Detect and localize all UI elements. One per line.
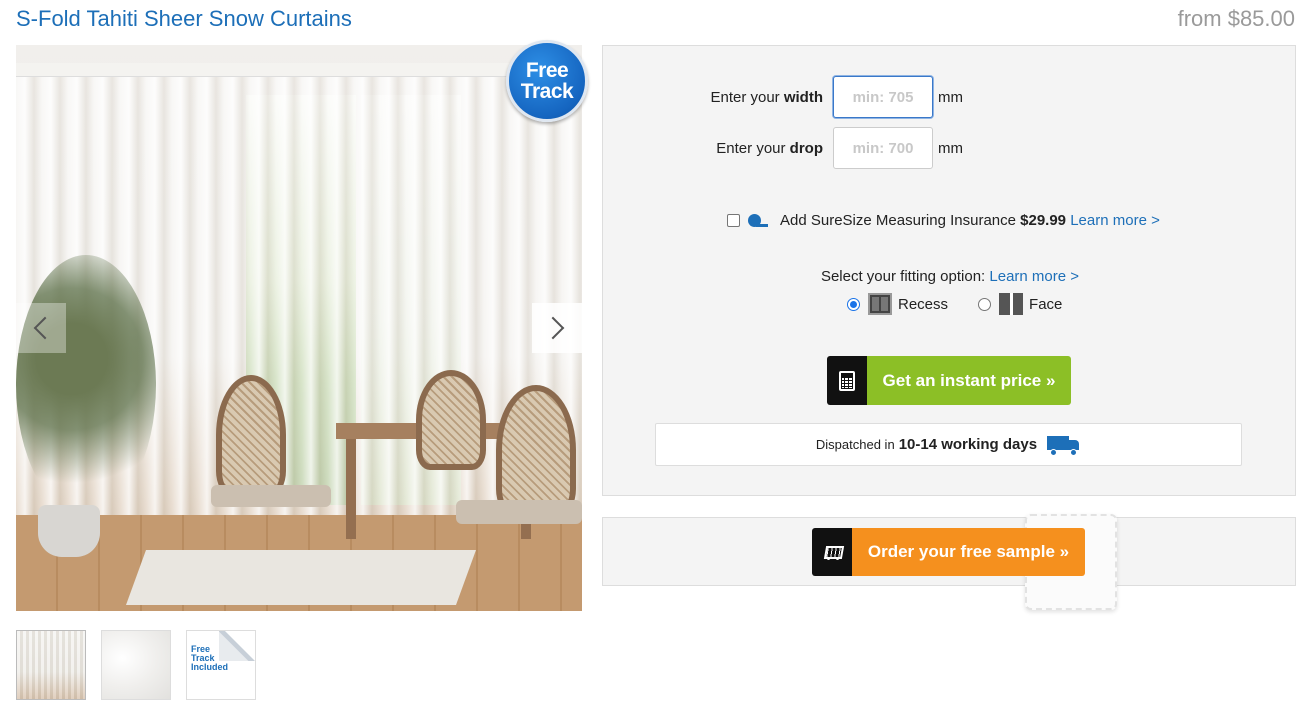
face-fit-icon xyxy=(999,293,1024,315)
chevron-left-icon xyxy=(33,316,57,340)
insurance-row: Add SureSize Measuring Insurance $29.99 … xyxy=(727,212,1160,229)
dispatch-info: Dispatched in 10-14 working days xyxy=(655,423,1242,466)
recess-fit-icon xyxy=(868,293,892,315)
recess-label[interactable]: Recess xyxy=(898,296,948,313)
order-sample-button[interactable]: Order your free sample » xyxy=(812,528,1085,576)
fitting-label-row: Select your fitting option: Learn more > xyxy=(820,268,1080,285)
gallery-prev-button[interactable] xyxy=(16,303,66,353)
fitting-options: Recess Face xyxy=(847,293,1062,315)
thumbnail-room[interactable] xyxy=(16,630,86,700)
gallery-thumbnails: Free Track Included xyxy=(16,630,256,700)
fitting-learn-more-link[interactable]: Learn more > xyxy=(989,268,1079,285)
product-price: from $85.00 xyxy=(1177,6,1295,31)
dispatch-duration: 10-14 working days xyxy=(898,436,1038,453)
insurance-price: $29.99 xyxy=(1020,212,1067,229)
width-row: Enter your width mm xyxy=(603,76,963,118)
drop-unit: mm xyxy=(938,139,963,157)
face-radio[interactable] xyxy=(978,297,992,311)
thumbnail-free-track[interactable]: Free Track Included xyxy=(186,630,256,700)
width-input[interactable] xyxy=(833,76,933,118)
width-unit: mm xyxy=(938,88,963,106)
thumbnail-fabric[interactable] xyxy=(101,630,171,700)
free-track-badge: Free Track xyxy=(506,40,588,122)
insurance-learn-more-link[interactable]: Learn more > xyxy=(1070,212,1160,229)
instant-price-button[interactable]: Get an instant price » xyxy=(827,356,1071,405)
gallery-next-button[interactable] xyxy=(532,303,582,353)
calculator-icon xyxy=(839,370,855,391)
drop-input[interactable] xyxy=(833,127,933,169)
measuring-tape-icon xyxy=(748,213,768,228)
cart-icon xyxy=(822,544,842,560)
delivery-truck-icon xyxy=(1047,434,1081,456)
face-label[interactable]: Face xyxy=(1029,296,1062,313)
chevron-right-icon xyxy=(541,316,565,340)
drop-row: Enter your drop mm xyxy=(603,127,963,169)
recess-radio[interactable] xyxy=(847,297,860,311)
configurator-panel: Enter your width mm Enter your drop mm A… xyxy=(602,45,1296,496)
product-main-image xyxy=(16,45,582,611)
insurance-checkbox[interactable] xyxy=(727,214,740,227)
product-title: S-Fold Tahiti Sheer Snow Curtains xyxy=(16,6,352,31)
